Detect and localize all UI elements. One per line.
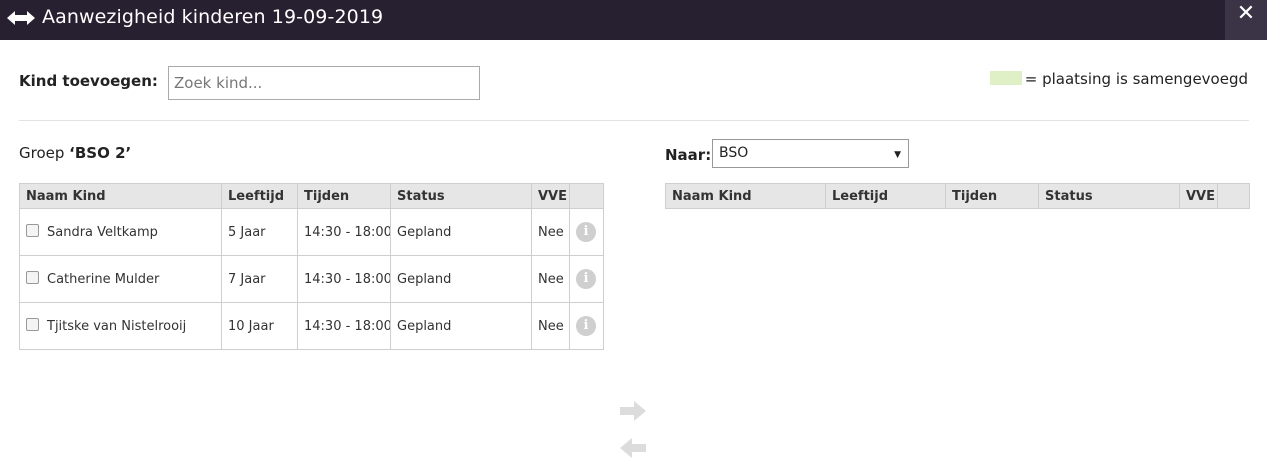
info-icon[interactable]: i: [576, 222, 596, 242]
info-cell: i: [569, 255, 604, 303]
divider: [19, 120, 1249, 121]
column-header-vve: VVE: [531, 183, 570, 209]
child-times: 14:30 - 18:00: [297, 255, 391, 303]
window-title: Aanwezigheid kinderen 19-09-2019: [42, 6, 384, 28]
column-header-name: Naam Kind: [19, 183, 222, 209]
table-row: Catherine Mulder 7 Jaar 14:30 - 18:00 Ge…: [19, 255, 604, 303]
table-header-row: Naam Kind Leeftijd Tijden Status VVE: [665, 183, 1250, 209]
child-name-cell: Catherine Mulder: [19, 255, 222, 303]
column-header-times: Tijden: [945, 183, 1039, 209]
child-status: Gepland: [390, 255, 532, 303]
info-cell: i: [569, 208, 604, 256]
child-name: Catherine Mulder: [47, 272, 160, 287]
child-vve: Nee: [531, 255, 570, 303]
child-name-cell: Tjitske van Nistelrooij: [19, 302, 222, 350]
child-name-cell: Sandra Veltkamp: [19, 208, 222, 256]
select-child-checkbox[interactable]: [26, 318, 39, 331]
group-title: Groep ‘BSO 2’: [19, 144, 131, 162]
column-header-times: Tijden: [297, 183, 391, 209]
column-header-status: Status: [390, 183, 532, 209]
group-prefix: Groep: [19, 144, 70, 162]
legend-text: = plaatsing is samengevoegd: [1024, 70, 1248, 88]
child-age: 7 Jaar: [221, 255, 298, 303]
column-header-actions: [1217, 183, 1250, 209]
child-vve: Nee: [531, 208, 570, 256]
column-header-age: Leeftijd: [825, 183, 946, 209]
close-button[interactable]: ✕: [1225, 0, 1267, 40]
info-icon[interactable]: i: [576, 316, 596, 336]
child-times: 14:30 - 18:00: [297, 208, 391, 256]
destination-label: Naar:: [665, 146, 712, 164]
target-children-table: Naam Kind Leeftijd Tijden Status VVE: [665, 183, 1250, 209]
close-icon[interactable]: ✕: [1237, 1, 1255, 26]
title-bar: Aanwezigheid kinderen 19-09-2019 ✕: [0, 0, 1267, 40]
info-cell: i: [569, 302, 604, 350]
table-row: Tjitske van Nistelrooij 10 Jaar 14:30 - …: [19, 302, 604, 350]
column-header-status: Status: [1038, 183, 1180, 209]
info-icon[interactable]: i: [576, 269, 596, 289]
left-right-arrows-icon: [7, 11, 35, 25]
arrow-right-icon[interactable]: [618, 400, 648, 422]
child-age: 10 Jaar: [221, 302, 298, 350]
group-name: ‘BSO 2’: [69, 144, 132, 162]
legend: = plaatsing is samengevoegd: [989, 70, 1248, 88]
column-header-vve: VVE: [1179, 183, 1218, 209]
source-children-table: Naam Kind Leeftijd Tijden Status VVE San…: [19, 183, 604, 350]
search-child-input[interactable]: [168, 66, 480, 100]
child-status: Gepland: [390, 208, 532, 256]
destination-selected-value: BSO: [719, 145, 749, 161]
child-times: 14:30 - 18:00: [297, 302, 391, 350]
child-name: Tjitske van Nistelrooij: [47, 319, 187, 334]
table-row: Sandra Veltkamp 5 Jaar 14:30 - 18:00 Gep…: [19, 208, 604, 256]
select-child-checkbox[interactable]: [26, 271, 39, 284]
column-header-age: Leeftijd: [221, 183, 298, 209]
add-child-label: Kind toevoegen:: [19, 72, 158, 90]
child-name: Sandra Veltkamp: [47, 225, 158, 240]
legend-swatch: [989, 71, 1022, 85]
child-status: Gepland: [390, 302, 532, 350]
child-age: 5 Jaar: [221, 208, 298, 256]
column-header-actions: [569, 183, 604, 209]
select-child-checkbox[interactable]: [26, 224, 39, 237]
child-vve: Nee: [531, 302, 570, 350]
arrow-left-icon[interactable]: [618, 437, 648, 459]
table-header-row: Naam Kind Leeftijd Tijden Status VVE: [19, 183, 604, 209]
chevron-down-icon: ▼: [894, 150, 901, 160]
column-header-name: Naam Kind: [665, 183, 826, 209]
destination-group-select[interactable]: BSO ▼: [712, 139, 909, 168]
